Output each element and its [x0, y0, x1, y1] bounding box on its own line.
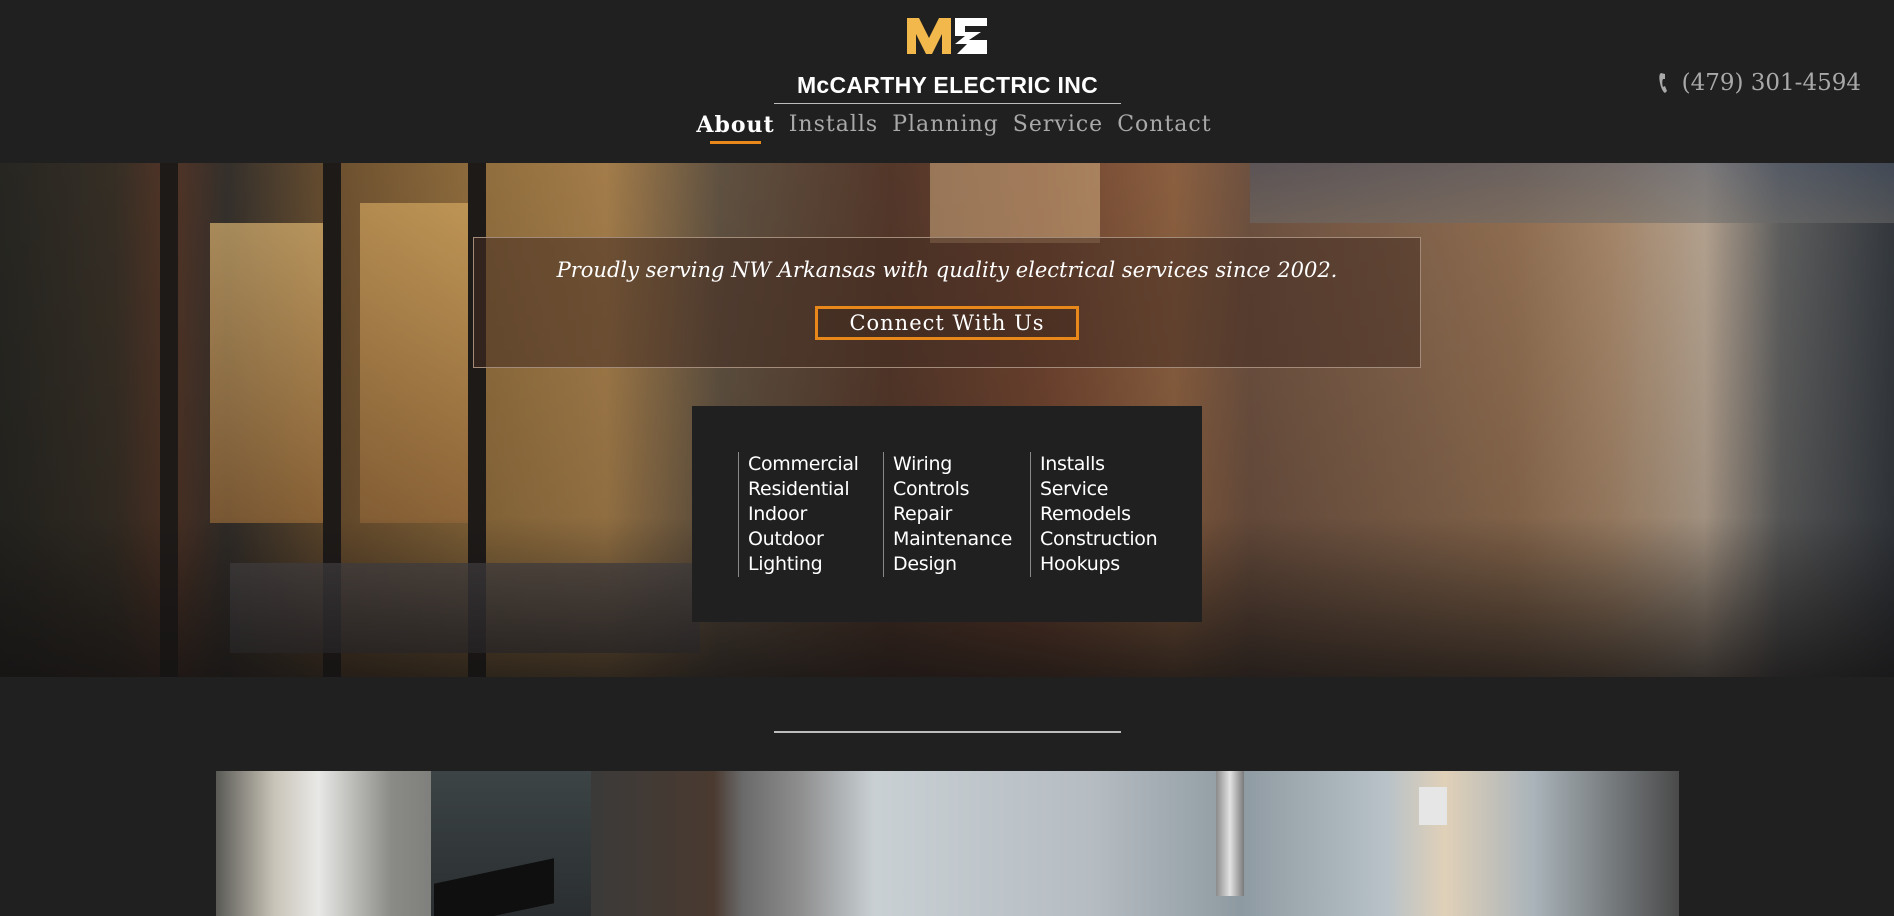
- site-header: McCARTHY ELECTRIC INC About Installs Pla…: [0, 0, 1894, 163]
- service-item: Hookups: [1040, 553, 1120, 575]
- hero-sky: [1250, 163, 1894, 223]
- service-item: Maintenance: [893, 528, 1013, 550]
- hero-window: [210, 223, 340, 523]
- phone-icon: [1658, 73, 1667, 93]
- nav-contact[interactable]: Contact: [1117, 112, 1211, 138]
- service-item: Construction: [1040, 528, 1158, 550]
- service-item: Outdoor: [748, 528, 824, 550]
- hero-window: [930, 163, 1100, 243]
- service-item: Repair: [893, 503, 953, 525]
- services-column-1: Commercial Residential Indoor Outdoor Li…: [738, 452, 859, 577]
- services-column-3: Installs Service Remodels Construction H…: [1030, 452, 1158, 577]
- nav-service[interactable]: Service: [1013, 112, 1103, 138]
- hero-window: [360, 203, 470, 523]
- gallery-image: [216, 771, 1679, 916]
- service-item: Remodels: [1040, 503, 1131, 525]
- service-item: Controls: [893, 478, 970, 500]
- nav-about[interactable]: About: [696, 112, 774, 144]
- service-item: Installs: [1040, 453, 1105, 475]
- main-nav: About Installs Planning Service Contact: [0, 112, 1894, 144]
- nav-installs[interactable]: Installs: [789, 112, 878, 138]
- tagline-text: Proudly serving NW Arkansas with quality…: [556, 258, 1338, 282]
- service-item: Service: [1040, 478, 1109, 500]
- brand-name[interactable]: McCARTHY ELECTRIC INC: [774, 72, 1121, 99]
- gallery-pendant-light: [1216, 771, 1244, 896]
- connect-button[interactable]: Connect With Us: [815, 306, 1079, 340]
- service-item: Residential: [748, 478, 850, 500]
- service-item: Indoor: [748, 503, 807, 525]
- section-divider: [774, 731, 1121, 733]
- services-panel: Commercial Residential Indoor Outdoor Li…: [692, 406, 1202, 622]
- brand-underline: [774, 103, 1121, 104]
- nav-planning[interactable]: Planning: [892, 112, 999, 138]
- service-item: Lighting: [748, 553, 823, 575]
- services-column-2: Wiring Controls Repair Maintenance Desig…: [883, 452, 1012, 577]
- service-item: Commercial: [748, 453, 859, 475]
- service-item: Design: [893, 553, 957, 575]
- me-logo-icon[interactable]: [905, 16, 989, 56]
- gallery-wall-fixture: [1419, 787, 1447, 825]
- phone-number: (479) 301-4594: [1681, 70, 1861, 96]
- service-item: Wiring: [893, 453, 953, 475]
- phone-link[interactable]: (479) 301-4594: [1658, 70, 1861, 96]
- tagline-panel: Proudly serving NW Arkansas with quality…: [473, 237, 1421, 368]
